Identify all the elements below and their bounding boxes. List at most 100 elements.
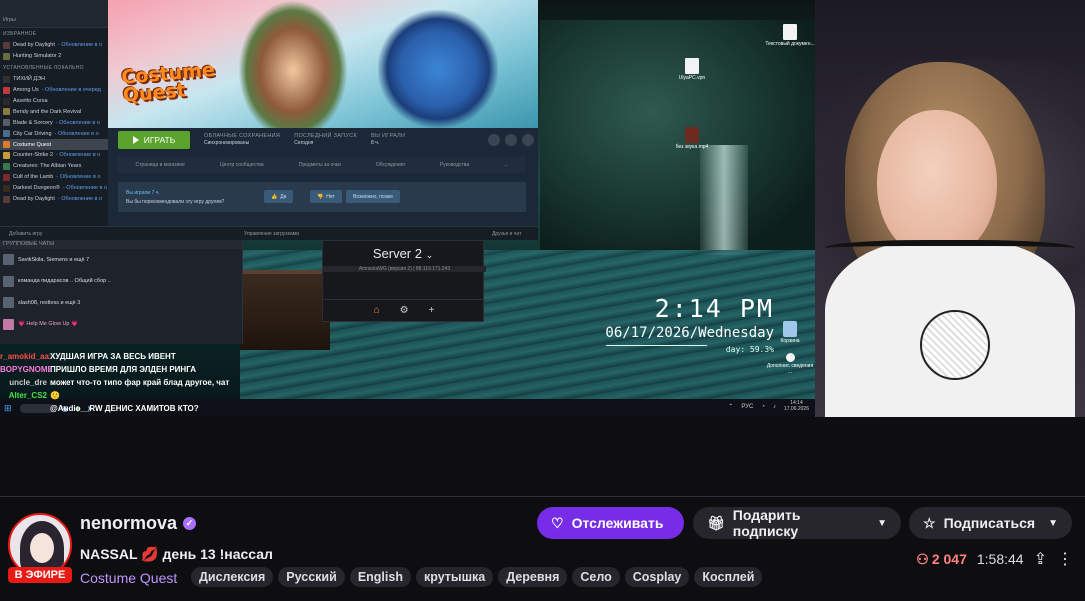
stream-category-link[interactable]: Costume Quest <box>80 570 177 586</box>
more-options-icon[interactable]: ⋮ <box>1057 549 1073 569</box>
gift-sub-button[interactable]: 🎁︎ Подарить подписку ▼ <box>693 507 901 539</box>
tray-chevron-icon[interactable]: ⌃ <box>728 403 733 410</box>
game-list-item[interactable]: Creatures: The Albian Years <box>0 161 108 172</box>
game-tab[interactable]: ... <box>504 162 508 168</box>
favorite-games: Dead by Daylight - Обновление в о Hunting… <box>0 40 108 62</box>
game-list-item[interactable]: Blade & Sorcery - Обновление в о <box>0 117 108 128</box>
steam-filter-bar[interactable]: Игры <box>0 0 108 28</box>
info-icon[interactable] <box>505 134 517 146</box>
chat-username[interactable]: r_amokid_aax <box>0 352 50 361</box>
group-chat-item[interactable]: SavikSkila, Siemens и ещё 7 <box>0 249 242 271</box>
group-chat-item[interactable]: 💗 Help Me Glow Up 💗 <box>0 314 242 336</box>
recommend-yes-button[interactable]: 👍 Да <box>264 190 294 203</box>
desktop-icon-video[interactable]: без звука.mp4 <box>667 127 717 151</box>
plus-icon[interactable]: + <box>429 305 435 316</box>
chat-message: Alter_CS2 🙂 <box>0 389 300 402</box>
group-chat-item[interactable]: slash08, restless и ещё 3 <box>0 292 242 314</box>
hero-character-left <box>238 0 348 128</box>
stream-tag[interactable]: Дислексия <box>191 567 274 587</box>
game-tab[interactable]: Предметы за очки <box>299 162 341 168</box>
chat-username[interactable]: uncle_dre <box>0 378 50 387</box>
group-avatar <box>3 297 14 309</box>
tray-lang[interactable]: РУС <box>741 404 753 410</box>
stream-tag[interactable]: Косплей <box>694 567 763 587</box>
game-list-item[interactable]: ТИХИЙ ДЭН <box>0 74 108 85</box>
home-icon[interactable]: ⌂ <box>374 305 380 316</box>
game-name: City Car Driving <box>13 130 52 137</box>
favorites-section[interactable]: ИЗБРАННОЕ <box>0 28 108 40</box>
webcam-feed <box>815 0 1085 417</box>
favorite-heart-icon[interactable] <box>522 134 534 146</box>
tray-wifi-icon[interactable]: ◔ <box>761 404 765 410</box>
chat-username[interactable]: BOPYGNOME <box>0 365 50 374</box>
game-icon <box>3 195 10 203</box>
game-tab[interactable]: Обсуждения <box>376 162 405 168</box>
settings-gear-icon[interactable] <box>488 134 500 146</box>
chat-username[interactable]: Alter_CS2 <box>0 391 50 400</box>
game-list-item[interactable]: Assetto Corsa <box>0 96 108 107</box>
add-game-link[interactable]: Добавить игру <box>9 231 42 237</box>
stream-tag[interactable]: Деревня <box>498 567 568 587</box>
game-name: Bendy and the Dark Revival <box>13 108 82 115</box>
game-name: Dead by Daylight <box>13 42 55 49</box>
game-tab[interactable]: Руководства <box>440 162 469 168</box>
tray-clock[interactable]: 14:14 17.06.2026 <box>784 400 809 412</box>
channel-name[interactable]: nenormova <box>80 513 177 534</box>
stream-tag[interactable]: Cosplay <box>624 567 690 587</box>
chat-text: ПРИШЛО ВРЕМЯ ДЛЯ ЭЛДЕН РИНГА <box>50 365 197 374</box>
game-list-item[interactable]: Counter-Strike 2 - Обновление в о <box>0 150 108 161</box>
stream-tag[interactable]: крутышка <box>415 567 494 587</box>
steam-game-list: Игры ИЗБРАННОЕ Dead by Daylight - Обновл… <box>0 0 108 240</box>
stream-tag[interactable]: Русский <box>278 567 345 587</box>
downloads-link[interactable]: Управление загрузками <box>244 231 299 237</box>
game-icon <box>3 141 10 149</box>
game-name: Among Us <box>13 87 39 94</box>
chat-text: @Audio__RW ДЕНИС ХАМИТОВ КТО? <box>50 404 199 413</box>
group-chat-item[interactable]: команда пидарасов .. Общий сбор .. <box>0 271 242 293</box>
stream-video-player[interactable]: Текстовый докумен... UlyaPC.vpn без звук… <box>0 0 1085 417</box>
steam-status-bar: Добавить игру Управление загрузками Друз… <box>0 226 538 240</box>
game-name: Assetto Corsa <box>13 98 48 104</box>
gear-icon[interactable]: ⚙ <box>400 305 409 316</box>
desktop-icon-text-document[interactable]: Текстовый докумен... <box>765 24 815 48</box>
group-chats-header: ГРУППОВЫЕ ЧАТЫ <box>0 240 242 249</box>
game-list-item[interactable]: Hunting Simulator 2 <box>0 51 108 62</box>
recommend-no-button[interactable]: 👎 Нет <box>310 190 342 203</box>
desktop-icon-vpn-file[interactable]: UlyaPC.vpn <box>667 58 717 82</box>
system-tray: ⌃ РУС ◔ ♪ 14:14 17.06.2026 <box>728 400 809 412</box>
game-tab[interactable]: Центр сообщества <box>220 162 264 168</box>
game-update-status: - Обновление в о <box>55 119 100 126</box>
game-list-item[interactable]: Dead by Daylight - Обновление в о <box>0 194 108 205</box>
recommend-later-button[interactable]: Возможно, позже <box>346 190 401 203</box>
share-icon[interactable]: ⇪ <box>1034 549 1047 569</box>
channel-info-bar: В ЭФИРЕ nenormova ✓ NASSAL 💋 день 13 !на… <box>0 496 1085 601</box>
stream-tag[interactable]: Село <box>572 567 620 587</box>
viewer-person-icon: ⚇ <box>916 550 929 567</box>
game-list-item[interactable]: Costume Quest <box>0 139 108 151</box>
vpn-server-select[interactable]: Server 2 ⌄ <box>323 246 483 261</box>
tray-volume-icon[interactable]: ♪ <box>773 404 776 410</box>
game-list-item[interactable]: Cult of the Lamb - Обновление в о <box>0 172 108 183</box>
installed-section[interactable]: УСТАНОВЛЕННЫЕ ЛОКАЛЬНО <box>0 62 108 74</box>
game-update-status: - Обновление в очеред <box>41 87 101 94</box>
stream-tag[interactable]: English <box>349 567 411 587</box>
game-icon <box>3 173 10 181</box>
play-button[interactable]: ИГРАТЬ <box>118 131 190 149</box>
game-list-item[interactable]: Darkest Dungeon® - Обновление в о <box>0 183 108 194</box>
game-list-item[interactable]: City Car Driving - Обновление в о <box>0 128 108 139</box>
game-tab[interactable]: Страница в магазине <box>136 162 185 168</box>
follow-button[interactable]: ♡ Отслеживать <box>537 507 684 539</box>
subscribe-button[interactable]: ☆ Подписаться ▼ <box>909 507 1072 539</box>
game-list-item[interactable]: Dead by Daylight - Обновление в о <box>0 40 108 51</box>
recycle-bin-icon <box>783 321 797 337</box>
friends-chat-link[interactable]: Друзья и чат <box>492 231 521 237</box>
game-name: Hunting Simulator 2 <box>13 53 62 60</box>
steam-group-chats: ГРУППОВЫЕ ЧАТЫ SavikSkila, Siemens и ещё… <box>0 240 243 344</box>
play-bar: ИГРАТЬ ОБЛАЧНЫЕ СОХРАНЕНИЯ Синхронизиров… <box>108 128 538 152</box>
chat-message: r_amokid_aax ХУДШАЯ ИГРА ЗА ВЕСЬ ИВЕНТ <box>0 350 300 363</box>
stream-stats: ⚇ 2 047 1:58:44 ⇪ ⋮ <box>916 549 1073 569</box>
game-list-item[interactable]: Bendy and the Dark Revival <box>0 106 108 117</box>
desktop-icon-extra[interactable]: Дополнит. сведения ... <box>765 353 815 376</box>
game-list-item[interactable]: Among Us - Обновление в очеред <box>0 85 108 96</box>
streamer-shirt <box>825 240 1075 417</box>
